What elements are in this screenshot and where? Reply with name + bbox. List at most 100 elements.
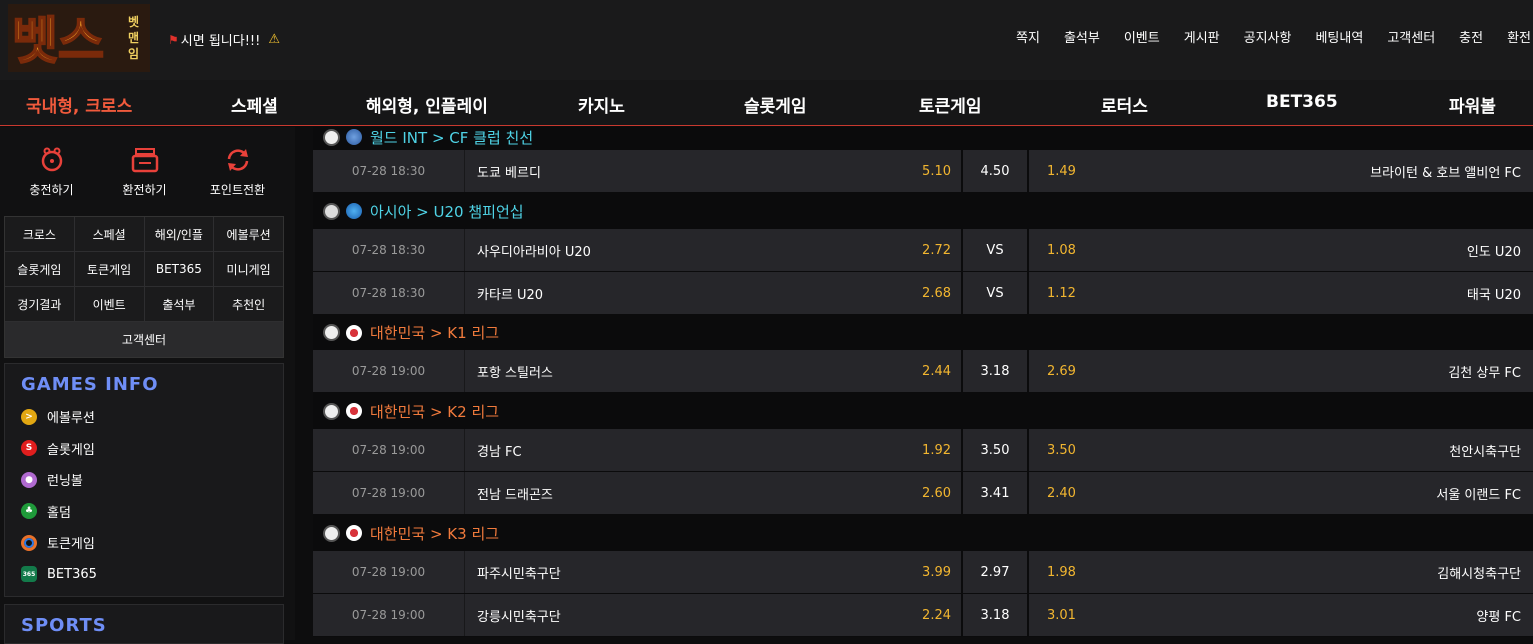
match-row: 07-28 18:30 카타르 U20 2.68 VS 1.12 태국 U20 (313, 272, 1533, 315)
volleyball-icon (323, 202, 340, 220)
away-team: 서울 이랜드 FC (1436, 487, 1521, 503)
home-odd: 2.44 (922, 363, 951, 379)
match-list: 월드 INT > CF 클럽 친선 07-28 18:30 도쿄 베르디 5.10… (313, 127, 1533, 640)
nav-bet365[interactable]: BET365 (1266, 92, 1338, 112)
soccer-ball-icon (323, 402, 340, 420)
away-bet-button[interactable]: 2.40 서울 이랜드 FC (1029, 472, 1533, 514)
draw-bet-button[interactable]: 4.50 (963, 150, 1029, 192)
deposit-button[interactable]: 충전하기 (5, 127, 98, 212)
home-bet-button[interactable]: 경남 FC 1.92 (465, 429, 963, 471)
grid-evolution[interactable]: 에볼루션 (214, 217, 283, 251)
home-bet-button[interactable]: 강릉시민축구단 2.24 (465, 594, 963, 636)
point-convert-button[interactable]: 포인트전환 (191, 127, 284, 212)
home-odd: 5.10 (922, 163, 951, 179)
home-bet-button[interactable]: 전남 드래곤즈 2.60 (465, 472, 963, 514)
draw-bet-button[interactable]: 3.18 (963, 350, 1029, 392)
home-odd: 2.24 (922, 607, 951, 623)
match-row: 07-28 19:00 전남 드래곤즈 2.60 3.41 2.40 서울 이랜드 … (313, 472, 1533, 515)
top-link-support[interactable]: 고객센터 (1375, 27, 1447, 46)
top-link-message[interactable]: 쪽지 (1004, 27, 1052, 46)
deposit-label: 충전하기 (29, 183, 74, 197)
home-team: 경남 FC (477, 444, 522, 460)
grid-support[interactable]: 고객센터 (5, 322, 283, 357)
notice-text: 시면 됩니다!!! (180, 34, 261, 49)
grid-results[interactable]: 경기결과 (5, 287, 75, 321)
grid-overseas-inplay[interactable]: 해외/인플 (145, 217, 215, 251)
away-bet-button[interactable]: 3.01 양평 FC (1029, 594, 1533, 636)
slot-icon: S (21, 440, 37, 457)
draw-bet-button[interactable]: 3.18 (963, 594, 1029, 636)
grid-minigame[interactable]: 미니게임 (214, 252, 283, 286)
games-info-item[interactable]: ♣ 홀덤 (21, 496, 283, 528)
draw-bet-button[interactable]: 2.97 (963, 551, 1029, 593)
away-bet-button[interactable]: 1.98 김해시청축구단 (1029, 551, 1533, 593)
home-odd: 1.92 (922, 442, 951, 458)
vs-label: VS (963, 272, 1029, 314)
top-link-notice[interactable]: 공지사항 (1232, 27, 1304, 46)
games-info-item[interactable]: S 슬롯게임 (21, 433, 283, 465)
top-link-board[interactable]: 게시판 (1172, 27, 1232, 46)
korea-flag-icon (346, 324, 362, 341)
games-info-label: 홀덤 (47, 505, 71, 521)
grid-event[interactable]: 이벤트 (75, 287, 145, 321)
match-row: 07-28 19:00 강릉시민축구단 2.24 3.18 3.01 양평 FC (313, 594, 1533, 637)
top-link-attendance[interactable]: 출석부 (1052, 27, 1112, 46)
nav-special[interactable]: 스페셜 (231, 92, 278, 117)
home-bet-button[interactable]: 사우디아라비아 U20 2.72 (465, 229, 963, 271)
home-bet-button[interactable]: 카타르 U20 2.68 (465, 272, 963, 314)
nav-lotus[interactable]: 로터스 (1101, 92, 1148, 117)
league-header: 대한민국 > K2 리그 (313, 393, 1533, 429)
match-time: 07-28 19:00 (313, 472, 465, 514)
league-header: 아시아 > U20 챔피언십 (313, 193, 1533, 229)
nav-powerball[interactable]: 파워볼 (1449, 92, 1496, 117)
cash-register-icon (131, 148, 158, 173)
nav-overseas-inplay[interactable]: 해외형, 인플레이 (366, 92, 488, 117)
home-odd: 2.72 (922, 242, 951, 258)
match-row: 07-28 19:00 포항 스틸러스 2.44 3.18 2.69 김천 상무 F… (313, 350, 1533, 393)
home-bet-button[interactable]: 도쿄 베르디 5.10 (465, 150, 963, 192)
top-link-event[interactable]: 이벤트 (1112, 27, 1172, 46)
vs-label: VS (963, 229, 1029, 271)
grid-token[interactable]: 토큰게임 (75, 252, 145, 286)
league-header: 대한민국 > K1 리그 (313, 315, 1533, 350)
top-link-withdraw[interactable]: 환전 (1495, 27, 1533, 46)
nav-domestic-cross[interactable]: 국내형, 크로스 (26, 92, 132, 117)
site-logo[interactable]: 벳스 벳 맨 임 (8, 4, 150, 72)
grid-slot[interactable]: 슬롯게임 (5, 252, 75, 286)
games-info-label: 토큰게임 (47, 537, 95, 553)
sidebar: 충전하기 환전하기 포인트전환 크로스 스페셜 해외/인플 에볼루션 슬롯게임 … (0, 127, 295, 644)
draw-bet-button[interactable]: 3.41 (963, 472, 1029, 514)
globe-icon (346, 203, 362, 219)
games-info-label: 런닝볼 (47, 474, 83, 490)
grid-cross[interactable]: 크로스 (5, 217, 75, 251)
world-flag-icon (346, 129, 362, 145)
home-team: 카타르 U20 (477, 287, 544, 303)
token-icon (21, 534, 37, 551)
home-bet-button[interactable]: 포항 스틸러스 2.44 (465, 350, 963, 392)
games-info-item[interactable]: ● 런닝볼 (21, 464, 283, 496)
nav-slot[interactable]: 슬롯게임 (744, 92, 807, 117)
home-bet-button[interactable]: 파주시민축구단 3.99 (465, 551, 963, 593)
away-bet-button[interactable]: 1.12 태국 U20 (1029, 272, 1533, 314)
top-link-bet-history[interactable]: 베팅내역 (1303, 27, 1375, 46)
away-bet-button[interactable]: 1.08 인도 U20 (1029, 229, 1533, 271)
home-odd: 3.99 (922, 564, 951, 580)
away-bet-button[interactable]: 2.69 김천 상무 FC (1029, 350, 1533, 392)
games-info-item[interactable]: 토큰게임 (21, 527, 283, 559)
match-time: 07-28 19:00 (313, 350, 465, 392)
grid-attendance[interactable]: 출석부 (145, 287, 215, 321)
draw-bet-button[interactable]: 3.50 (963, 429, 1029, 471)
grid-special[interactable]: 스페셜 (75, 217, 145, 251)
away-bet-button[interactable]: 3.50 천안시축구단 (1029, 429, 1533, 471)
nav-token[interactable]: 토큰게임 (919, 92, 982, 117)
nav-casino[interactable]: 카지노 (578, 92, 625, 117)
svg-text:임: 임 (128, 47, 139, 61)
grid-referral[interactable]: 추천인 (214, 287, 283, 321)
club-icon: ♣ (21, 503, 37, 520)
withdraw-button[interactable]: 환전하기 (98, 127, 191, 212)
games-info-item[interactable]: 365 BET365 (21, 559, 283, 591)
away-bet-button[interactable]: 1.49 브라이턴 & 호브 앨비언 FC (1029, 150, 1533, 192)
games-info-item[interactable]: > 에볼루션 (21, 401, 283, 433)
top-link-deposit[interactable]: 충전 (1447, 27, 1495, 46)
grid-bet365[interactable]: BET365 (145, 252, 215, 286)
